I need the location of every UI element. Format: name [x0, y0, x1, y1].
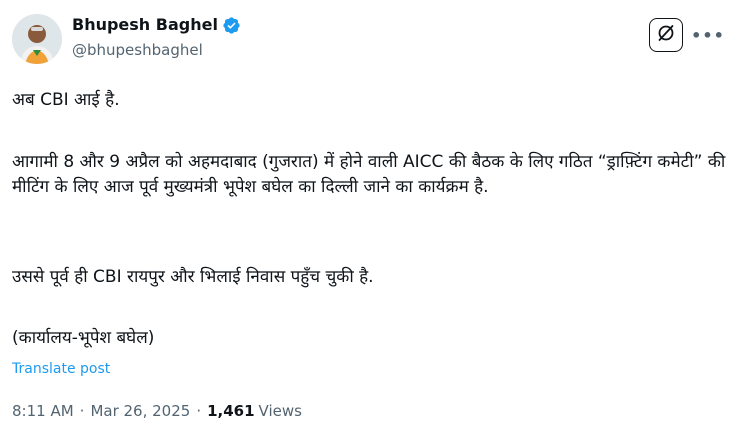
separator: ·: [196, 402, 202, 420]
views-count: 1,461: [207, 402, 255, 420]
verified-badge-icon[interactable]: [222, 16, 241, 35]
avatar[interactable]: [12, 14, 62, 64]
translate-post-link[interactable]: Translate post: [12, 359, 110, 379]
post-time[interactable]: 8:11 AM: [12, 400, 74, 422]
author-name[interactable]: Bhupesh Baghel: [72, 14, 218, 36]
post-paragraph: अब CBI आई है.: [12, 90, 120, 110]
post-paragraph: उससे पूर्व ही CBI रायपुर और भिलाई निवास …: [12, 267, 374, 287]
post-card: Bhupesh Baghel @bhupeshbaghel ••• अब CBI…: [0, 0, 753, 438]
more-icon: •••: [691, 25, 725, 45]
more-options-button[interactable]: •••: [691, 21, 725, 49]
author-row: Bhupesh Baghel: [72, 14, 241, 36]
post-paragraph: (कार्यालय-भूपेश बघेल): [12, 328, 155, 348]
post-meta: 8:11 AM · Mar 26, 2025 · 1,461 Views: [12, 400, 302, 422]
separator: ·: [79, 402, 85, 420]
grok-icon: [656, 23, 676, 47]
views-label: Views: [258, 402, 302, 420]
post-date[interactable]: Mar 26, 2025: [90, 400, 190, 422]
grok-button[interactable]: [649, 18, 683, 52]
author-handle[interactable]: @bhupeshbaghel: [72, 40, 203, 60]
post-paragraph: आगामी 8 और 9 अप्रैल को अहमदाबाद (गुजरात)…: [12, 152, 726, 197]
